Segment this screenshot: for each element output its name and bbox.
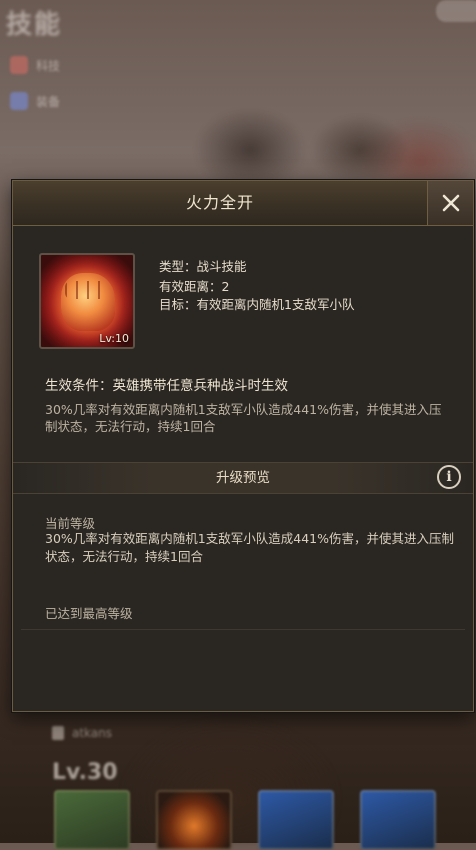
- dialog-title: 火力全开: [185, 193, 254, 212]
- gear-icon: [10, 92, 28, 110]
- skill-description: 30%几率对有效距离内随机1支敌军小队造成441%伤害，并使其进入压制状态，无法…: [45, 402, 442, 434]
- skill-condition: 生效条件：英雄携带任意兵种战斗时生效: [45, 378, 288, 394]
- skill-target: 目标：有效距离内随机1支敌军小队: [159, 297, 355, 312]
- skill-type: 类型：战斗技能: [159, 259, 247, 274]
- background-title: 技能: [6, 10, 63, 40]
- skill-range: 有效距离：2: [159, 279, 230, 294]
- skill-detail-dialog: 火力全开 Lv:10 类型：战斗技能 有效距离：2 目标：有效距离内随机1支敌军…: [12, 180, 474, 712]
- current-level-description: 30%几率对有效距离内随机1支敌军小队造成441%伤害，并使其进入压制状态，无法…: [45, 531, 454, 564]
- upgrade-preview-title: 升级预览: [216, 470, 270, 486]
- close-button[interactable]: [427, 181, 473, 225]
- skill-level: Lv:10: [99, 332, 129, 345]
- skill-icon: Lv:10: [39, 253, 135, 349]
- info-button[interactable]: i: [437, 465, 461, 489]
- info-icon: i: [446, 469, 452, 485]
- background-card: [54, 790, 130, 850]
- background-side-item: 科技: [10, 56, 60, 74]
- background-side-item: 装备: [10, 92, 60, 110]
- background-hero-cards: [54, 790, 436, 850]
- background-side-label: 装备: [36, 94, 61, 109]
- background-card: [156, 790, 232, 850]
- background-hero-level: Lv.30: [52, 760, 118, 785]
- divider: [21, 629, 465, 630]
- background-card: [258, 790, 334, 850]
- lock-icon: [52, 726, 64, 740]
- dialog-header: 火力全开: [13, 181, 473, 226]
- background-hero-name: atkans: [52, 726, 112, 740]
- scroll-icon: [10, 56, 28, 74]
- background-side-label: 科技: [36, 58, 61, 73]
- background-top-button: [436, 0, 476, 22]
- upgrade-preview-bar: 升级预览 i: [13, 462, 473, 494]
- background-card: [360, 790, 436, 850]
- max-level-text: 已达到最高等级: [45, 606, 133, 621]
- close-icon: [442, 194, 459, 212]
